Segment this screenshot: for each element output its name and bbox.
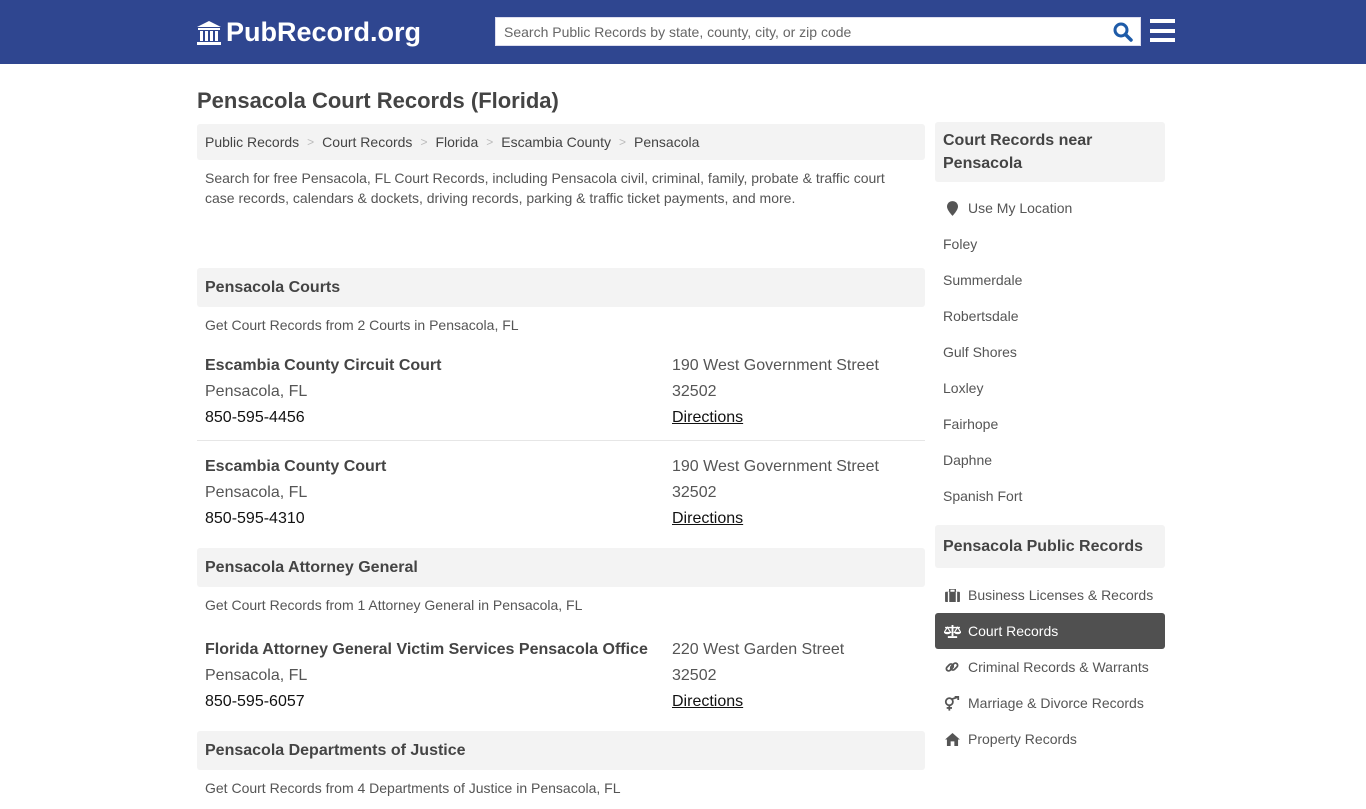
site-logo[interactable]: PubRecord.org — [196, 17, 421, 48]
link-icon — [943, 659, 961, 675]
map-marker-icon — [943, 200, 961, 216]
public-records-heading: Pensacola Public Records — [935, 525, 1165, 568]
court-phone[interactable]: 850-595-4456 — [205, 405, 672, 431]
court-city: Pensacola, FL — [205, 667, 308, 684]
use-my-location-link[interactable]: Use My Location — [935, 190, 1165, 226]
court-zip: 32502 — [672, 383, 717, 400]
top-navbar: PubRecord.org — [0, 0, 1366, 64]
court-street: 190 West Government Street — [672, 357, 879, 374]
court-phone[interactable]: 850-595-4310 — [205, 506, 672, 532]
court-street: 190 West Government Street — [672, 458, 879, 475]
main-content: Public Records > Court Records > Florida… — [197, 124, 925, 809]
breadcrumb-pensacola[interactable]: Pensacola — [634, 134, 699, 150]
nearby-heading: Court Records near Pensacola — [935, 122, 1165, 182]
breadcrumb-court-records[interactable]: Court Records — [322, 134, 412, 150]
sidebar-item-business-licenses[interactable]: Business Licenses & Records — [935, 577, 1165, 613]
public-records-list: Business Licenses & Records Court Record… — [935, 568, 1165, 767]
court-entry: Escambia County Circuit Court Pensacola,… — [197, 346, 925, 441]
search-icon — [1113, 22, 1133, 42]
sidebar: Court Records near Pensacola Use My Loca… — [935, 122, 1165, 767]
section-subtitle: Get Court Records from 2 Courts in Pensa… — [205, 317, 519, 333]
court-name: Florida Attorney General Victim Services… — [205, 641, 648, 658]
breadcrumb: Public Records > Court Records > Florida… — [197, 124, 925, 160]
nearby-city-link[interactable]: Summerdale — [935, 262, 1165, 298]
search-box — [495, 17, 1141, 46]
court-name: Escambia County Court — [205, 458, 387, 475]
section-heading-attorney-general: Pensacola Attorney General — [197, 548, 925, 587]
breadcrumb-florida[interactable]: Florida — [435, 134, 478, 150]
breadcrumb-separator: > — [307, 135, 315, 149]
court-entry: Florida Attorney General Victim Services… — [197, 626, 925, 731]
section-subtitle: Get Court Records from 1 Attorney Genera… — [205, 597, 583, 613]
directions-link[interactable]: Directions — [672, 409, 743, 426]
logo-text: PubRecord.org — [226, 17, 422, 47]
court-street: 220 West Garden Street — [672, 641, 845, 658]
page-title: Pensacola Court Records (Florida) — [197, 88, 559, 113]
nearby-city-link[interactable]: Fairhope — [935, 406, 1165, 442]
briefcase-icon — [943, 587, 961, 603]
breadcrumb-public-records[interactable]: Public Records — [205, 134, 299, 150]
sidebar-item-property-records[interactable]: Property Records — [935, 721, 1165, 757]
directions-link[interactable]: Directions — [672, 510, 743, 527]
breadcrumb-separator: > — [486, 135, 494, 149]
nearby-list: Use My Location Foley Summerdale Roberts… — [935, 182, 1165, 524]
court-zip: 32502 — [672, 667, 717, 684]
directions-link[interactable]: Directions — [672, 693, 743, 710]
search-input[interactable] — [496, 18, 1096, 45]
court-zip: 32502 — [672, 484, 717, 501]
section-heading-departments-of-justice: Pensacola Departments of Justice — [197, 731, 925, 770]
court-phone[interactable]: 850-595-6057 — [205, 689, 672, 715]
court-entry: Escambia County Court Pensacola, FL 850-… — [197, 441, 925, 548]
hamburger-menu-icon[interactable] — [1150, 19, 1175, 42]
gender-icon — [943, 695, 961, 711]
court-city: Pensacola, FL — [205, 383, 308, 400]
nearby-city-link[interactable]: Gulf Shores — [935, 334, 1165, 370]
nearby-city-link[interactable]: Daphne — [935, 442, 1165, 478]
breadcrumb-escambia-county[interactable]: Escambia County — [501, 134, 611, 150]
court-city: Pensacola, FL — [205, 484, 308, 501]
sidebar-item-court-records[interactable]: Court Records — [935, 613, 1165, 649]
nearby-city-link[interactable]: Loxley — [935, 370, 1165, 406]
courthouse-icon — [197, 20, 221, 45]
section-subtitle: Get Court Records from 4 Departments of … — [205, 780, 621, 796]
intro-text: Search for free Pensacola, FL Court Reco… — [205, 170, 885, 206]
section-heading-courts: Pensacola Courts — [197, 268, 925, 307]
sidebar-item-marriage-divorce[interactable]: Marriage & Divorce Records — [935, 685, 1165, 721]
nearby-city-link[interactable]: Foley — [935, 226, 1165, 262]
court-name: Escambia County Circuit Court — [205, 357, 442, 374]
breadcrumb-separator: > — [420, 135, 428, 149]
search-button[interactable] — [1112, 22, 1134, 42]
sidebar-item-criminal-records[interactable]: Criminal Records & Warrants — [935, 649, 1165, 685]
nearby-city-link[interactable]: Spanish Fort — [935, 478, 1165, 514]
home-icon — [943, 731, 961, 747]
breadcrumb-separator: > — [618, 135, 626, 149]
nearby-city-link[interactable]: Robertsdale — [935, 298, 1165, 334]
balance-scale-icon — [943, 623, 961, 639]
